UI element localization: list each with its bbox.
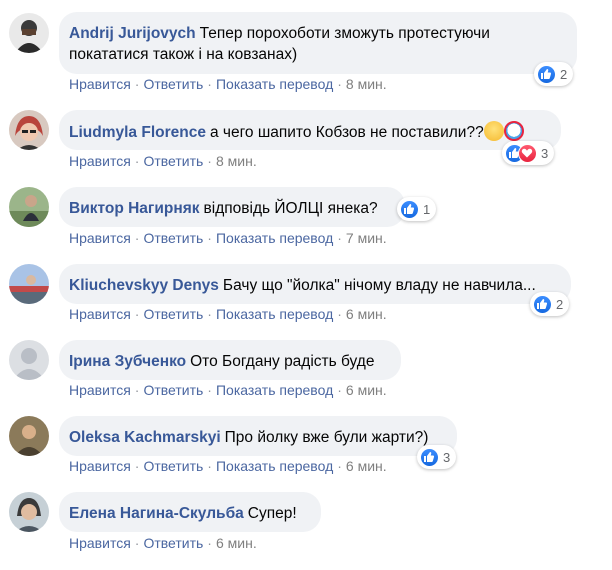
avatar[interactable] xyxy=(9,416,49,456)
reaction-count: 3 xyxy=(443,449,451,465)
reply-link[interactable]: Ответить xyxy=(143,153,203,169)
reply-link[interactable]: Ответить xyxy=(143,535,203,551)
translate-link[interactable]: Показать перевод xyxy=(216,76,333,92)
worried-face-icon xyxy=(483,121,504,141)
like-link[interactable]: Нравится xyxy=(69,76,131,92)
like-link[interactable]: Нравится xyxy=(69,382,131,398)
translate-link[interactable]: Показать перевод xyxy=(216,382,333,398)
comment-author[interactable]: Liudmyla Florence xyxy=(69,124,206,141)
like-reaction-icon xyxy=(533,294,552,314)
timestamp[interactable]: 7 мин. xyxy=(346,230,387,246)
comment-text: Тепер порохоботи зможуть протестуючи xyxy=(199,25,490,42)
timestamp[interactable]: 6 мин. xyxy=(346,458,387,474)
comment-text: Бачу що "йолка" нічому владу не навчила.… xyxy=(222,277,536,294)
reaction-count: 1 xyxy=(423,201,431,217)
like-reaction-icon xyxy=(400,199,419,219)
like-link[interactable]: Нравится xyxy=(69,230,131,246)
comment-bubble: Kliuchevskyy Denys Бачу що "йолка" нічому… xyxy=(59,264,571,304)
comment-actions: Нравится · Ответить · Показать перевод · 6 мин… xyxy=(69,458,387,474)
translate-link[interactable]: Показать перевод xyxy=(216,458,333,474)
reply-link[interactable]: Ответить xyxy=(143,458,203,474)
avatar[interactable] xyxy=(9,492,49,532)
comment-text: покататися також і на ковзанах) xyxy=(69,46,298,63)
comment-text: Супер! xyxy=(247,505,297,522)
comment-author[interactable]: Kliuchevskyy Denys xyxy=(69,277,219,294)
comment-bubble: Liudmyla Florence а чего шапито Кобзов не… xyxy=(59,110,561,150)
comment-text: відповідь ЙОЛЦІ янека? xyxy=(203,200,378,217)
reactions-badge[interactable]: 3 xyxy=(417,445,457,469)
comment-actions: Нравится · Ответить · Показать перевод · 6 мин… xyxy=(69,306,387,322)
comment-author[interactable]: Oleksa Kachmarskyi xyxy=(69,429,221,446)
comment-bubble: Елена Нагина-Скульба Супер! xyxy=(59,492,321,532)
reaction-count: 2 xyxy=(560,66,568,82)
like-link[interactable]: Нравится xyxy=(69,458,131,474)
clown-face-icon xyxy=(503,121,524,141)
translate-link[interactable]: Показать перевод xyxy=(216,230,333,246)
comment-text: а чего шапито Кобзов не поставили?? xyxy=(209,124,484,141)
timestamp[interactable]: 6 мин. xyxy=(346,306,387,322)
reactions-badge[interactable]: 3 xyxy=(502,141,555,165)
timestamp[interactable]: 6 мин. xyxy=(346,382,387,398)
like-reaction-icon xyxy=(420,447,439,467)
timestamp[interactable]: 8 мин. xyxy=(346,76,387,92)
avatar[interactable] xyxy=(9,13,49,53)
timestamp[interactable]: 8 мин. xyxy=(216,153,257,169)
comment-bubble: Andrij Jurijovych Тепер порохоботи зможут… xyxy=(59,12,577,74)
comment-bubble: Oleksa Kachmarskyi Про йолку вже були жар… xyxy=(59,416,457,456)
comment-actions: Нравится · Ответить · Показать перевод · 6 мин… xyxy=(69,382,387,398)
like-link[interactable]: Нравится xyxy=(69,153,131,169)
reply-link[interactable]: Ответить xyxy=(143,230,203,246)
reactions-badge[interactable]: 2 xyxy=(534,62,574,86)
reactions-badge[interactable]: 2 xyxy=(530,292,570,316)
timestamp[interactable]: 6 мин. xyxy=(216,535,257,551)
comment-actions: Нравится · Ответить · Показать перевод · 8 мин… xyxy=(69,76,387,92)
comment-author[interactable]: Елена Нагина-Скульба xyxy=(69,505,244,522)
reaction-count: 2 xyxy=(556,296,564,312)
like-reaction-icon xyxy=(537,64,556,84)
reactions-badge[interactable]: 1 xyxy=(397,197,437,221)
comment-author[interactable]: Andrij Jurijovych xyxy=(69,25,196,42)
comment-text: Про йолку вже були жарти?) xyxy=(224,429,429,446)
like-link[interactable]: Нравится xyxy=(69,535,131,551)
avatar[interactable] xyxy=(9,340,49,380)
comment-actions: Нравится · Ответить · 6 мин. xyxy=(69,535,257,551)
avatar[interactable] xyxy=(9,187,49,227)
like-link[interactable]: Нравится xyxy=(69,306,131,322)
comment-actions: Нравится · Ответить · Показать перевод · 7 мин… xyxy=(69,230,387,246)
avatar[interactable] xyxy=(9,110,49,150)
reaction-count: 3 xyxy=(541,145,549,161)
comment-author[interactable]: Ірина Зубченко xyxy=(69,353,186,370)
comment-text: Ото Богдану радість буде xyxy=(190,353,375,370)
comment-author[interactable]: Виктор Нагирняк xyxy=(69,200,200,217)
comment-actions: Нравится · Ответить · 8 мин. xyxy=(69,153,257,169)
reply-link[interactable]: Ответить xyxy=(143,76,203,92)
avatar[interactable] xyxy=(9,264,49,304)
reply-link[interactable]: Ответить xyxy=(143,306,203,322)
love-reaction-icon xyxy=(518,143,537,163)
comment-bubble: Виктор Нагирняк відповідь ЙОЛЦІ янека? xyxy=(59,187,405,227)
comment-bubble: Ірина Зубченко Ото Богдану радість буде xyxy=(59,340,401,380)
reply-link[interactable]: Ответить xyxy=(143,382,203,398)
translate-link[interactable]: Показать перевод xyxy=(216,306,333,322)
